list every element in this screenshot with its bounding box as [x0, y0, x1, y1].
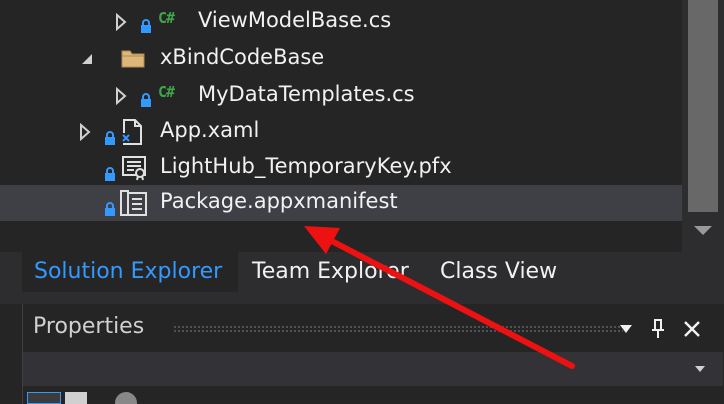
pin-icon[interactable] — [645, 314, 671, 344]
close-icon[interactable] — [679, 314, 705, 344]
csharp-file-icon: C# — [158, 9, 175, 27]
tree-item-app-xaml[interactable]: App.xaml — [0, 114, 682, 150]
tree-item-viewmodelbase[interactable]: C# ViewModelBase.cs — [0, 4, 682, 40]
tree-item-label: Package.appxmanifest — [160, 189, 398, 213]
tree-item-label: LightHub_TemporaryKey.pfx — [160, 154, 452, 178]
vertical-scrollbar[interactable] — [682, 0, 724, 252]
tree-item-package-appxmanifest[interactable]: Package.appxmanifest — [0, 185, 682, 221]
tool-window-tabs: Solution Explorer Team Explorer Class Vi… — [0, 252, 724, 292]
expand-arrow-icon[interactable] — [114, 12, 128, 32]
tree-item-xbindcodebase[interactable]: xBindCodeBase — [0, 41, 682, 77]
tree-item-label: MyDataTemplates.cs — [198, 82, 415, 106]
property-pages-icon[interactable] — [115, 392, 137, 404]
dropdown-menu-icon[interactable] — [613, 314, 639, 344]
lock-icon — [140, 14, 152, 33]
lock-icon — [104, 197, 116, 216]
categorized-view-icon[interactable] — [27, 392, 61, 404]
lock-icon — [140, 88, 152, 107]
tree-item-mydatatemplates[interactable]: C# MyDataTemplates.cs — [0, 78, 682, 114]
tree-item-label: xBindCodeBase — [160, 45, 325, 69]
scrollbar-thumb[interactable] — [688, 0, 718, 212]
scroll-down-arrow-icon[interactable] — [694, 226, 712, 235]
tab-class-view[interactable]: Class View — [440, 252, 557, 292]
folder-icon — [120, 47, 146, 73]
properties-panel: Properties — [22, 304, 724, 404]
xaml-file-icon — [120, 118, 146, 145]
solution-explorer-tree: C# ViewModelBase.cs xBindCodeBase C# MyD… — [0, 0, 724, 252]
expand-arrow-icon[interactable] — [78, 122, 92, 142]
object-selector-dropdown[interactable] — [23, 352, 723, 386]
panel-separator — [0, 292, 724, 304]
tab-solution-explorer[interactable]: Solution Explorer — [22, 252, 238, 292]
collapse-arrow-icon[interactable] — [80, 49, 94, 69]
manifest-file-icon — [118, 189, 147, 216]
tree-item-label: ViewModelBase.cs — [198, 8, 392, 32]
lock-icon — [104, 162, 116, 181]
chevron-down-icon[interactable] — [695, 366, 705, 372]
certificate-file-icon — [120, 155, 146, 181]
tree-item-label: App.xaml — [160, 118, 260, 142]
lock-icon — [104, 126, 116, 145]
alphabetical-sort-icon[interactable] — [65, 392, 87, 404]
tab-team-explorer[interactable]: Team Explorer — [252, 252, 409, 292]
panel-drag-grip[interactable] — [173, 325, 623, 333]
tree-item-temporarykey[interactable]: LightHub_TemporaryKey.pfx — [0, 150, 682, 186]
expand-arrow-icon[interactable] — [114, 86, 128, 106]
properties-title: Properties — [33, 314, 145, 339]
csharp-file-icon: C# — [158, 83, 175, 101]
